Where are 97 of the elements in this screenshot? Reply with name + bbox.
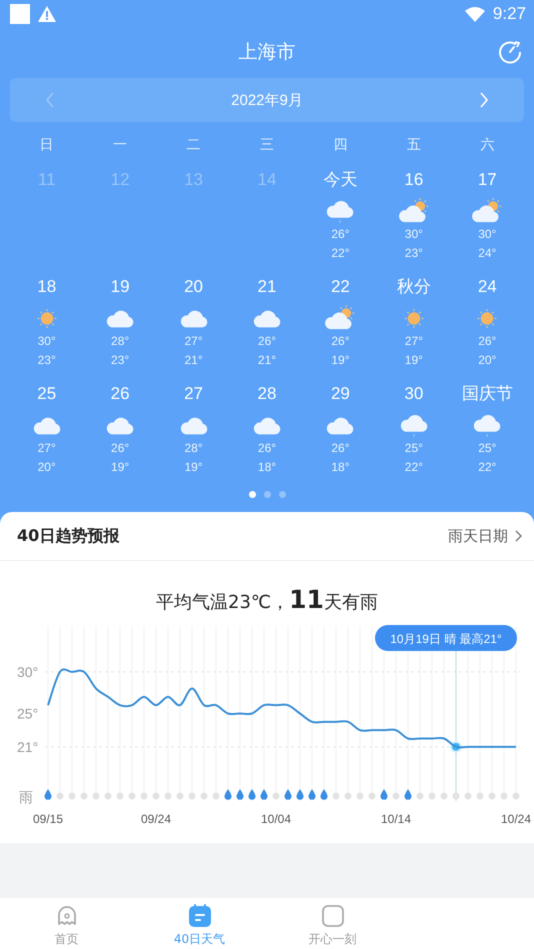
- high-temperature: 26°: [478, 333, 496, 350]
- rain-row-label: 雨: [19, 789, 33, 805]
- partly-cloudy-icon: [324, 305, 356, 332]
- annotation: 10月19日 晴 最高21°: [390, 632, 502, 646]
- high-temperature: 25°: [404, 440, 423, 457]
- high-temperature: 28°: [111, 333, 130, 350]
- weekday-label: 四: [333, 136, 348, 154]
- low-temperature: 19°: [331, 352, 350, 369]
- day-label[interactable]: 30: [404, 382, 424, 406]
- y-tick-label: 25°: [17, 706, 38, 722]
- low-temperature: 23°: [404, 245, 423, 262]
- day-label[interactable]: 29: [330, 382, 350, 406]
- low-temperature: 21°: [258, 352, 276, 369]
- day-label[interactable]: 21: [258, 275, 276, 299]
- calendar-icon: [186, 902, 212, 928]
- day-label[interactable]: 27: [184, 382, 204, 406]
- rain-dates-link[interactable]: 雨天日期: [448, 526, 522, 546]
- high-temperature: 27°: [404, 333, 423, 350]
- chart-tooltip: 10月19日 晴 最高21°: [375, 625, 517, 651]
- day-label[interactable]: 11: [38, 168, 56, 192]
- day-label[interactable]: 25: [37, 382, 56, 406]
- day-label[interactable]: 国庆节: [462, 382, 513, 406]
- partly-cloudy-icon: [398, 198, 430, 225]
- high-temperature: 26°: [331, 440, 350, 457]
- status-time: 9:27: [492, 4, 526, 24]
- card-title: 40日趋势预报: [17, 526, 120, 546]
- city-title: 上海市: [238, 40, 296, 65]
- low-temperature: 23°: [111, 352, 130, 369]
- low-temperature: 22°: [331, 245, 350, 262]
- high-temperature: 26°: [331, 333, 350, 350]
- high-temperature: 27°: [184, 333, 203, 350]
- weekday-label: 三: [260, 136, 274, 154]
- day-label[interactable]: 22: [330, 275, 350, 299]
- high-temperature: 27°: [38, 440, 56, 457]
- x-tick-label: 10/24: [500, 812, 532, 826]
- y-tick-label: 21°: [17, 738, 38, 755]
- nav-tab[interactable]: 开心一刻: [266, 898, 399, 949]
- selected-point[interactable]: [450, 740, 462, 753]
- day-label[interactable]: 24: [478, 275, 497, 299]
- forecast-summary: 平均气温23℃，11天有雨: [156, 592, 378, 613]
- low-temperature: 18°: [331, 459, 350, 476]
- notification-icon: [10, 4, 30, 24]
- weekday-label: 六: [480, 136, 494, 154]
- low-temperature: 19°: [111, 459, 130, 476]
- high-temperature: 26°: [331, 226, 350, 243]
- low-temperature: 22°: [478, 459, 496, 476]
- x-tick-label: 10/14: [380, 812, 412, 826]
- page-dot[interactable]: [278, 491, 286, 498]
- day-label[interactable]: 26: [110, 382, 130, 406]
- high-temperature: 30°: [478, 226, 496, 243]
- page-dot[interactable]: [264, 491, 270, 498]
- x-tick-label: 10/04: [260, 812, 292, 826]
- day-label[interactable]: 20: [184, 275, 204, 299]
- day-label[interactable]: 12: [110, 168, 130, 192]
- day-label[interactable]: 18: [37, 275, 56, 299]
- high-temperature: 30°: [38, 333, 56, 350]
- day-label[interactable]: 今天: [323, 168, 358, 192]
- next-month-icon[interactable]: [478, 91, 490, 109]
- high-temperature: 26°: [111, 440, 130, 457]
- day-label[interactable]: 14: [258, 168, 276, 192]
- day-label[interactable]: 秋分: [396, 275, 431, 299]
- refresh-icon[interactable]: [498, 40, 522, 64]
- day-label[interactable]: 19: [110, 275, 130, 299]
- chevron-icon: [514, 530, 522, 542]
- low-temperature: 18°: [258, 459, 276, 476]
- square-icon: [320, 902, 346, 928]
- low-temperature: 22°: [404, 459, 423, 476]
- weekday-label: 一: [113, 136, 128, 154]
- day-label[interactable]: 17: [478, 168, 497, 192]
- high-temperature: 28°: [184, 440, 203, 457]
- low-temperature: 21°: [184, 352, 203, 369]
- low-temperature: 20°: [38, 459, 56, 476]
- warning-icon: [38, 6, 56, 22]
- weekday-label: 二: [186, 136, 201, 154]
- day-label[interactable]: 28: [258, 382, 276, 406]
- month-label: 2022年9月: [231, 90, 303, 110]
- low-temperature: 20°: [478, 352, 496, 369]
- high-temperature: 25°: [478, 440, 496, 457]
- high-temperature: 26°: [258, 333, 276, 350]
- weekday-label: 日: [40, 136, 54, 154]
- low-temperature: 19°: [184, 459, 203, 476]
- day-label[interactable]: 16: [404, 168, 424, 192]
- partly-cloudy-icon: [471, 198, 504, 225]
- x-tick-label: 09/15: [32, 812, 64, 826]
- page-dot[interactable]: [248, 491, 256, 498]
- high-temperature: 30°: [404, 226, 423, 243]
- low-temperature: 24°: [478, 245, 496, 262]
- y-tick-label: 30°: [17, 664, 38, 680]
- weekday-label: 五: [406, 136, 421, 154]
- nav-tab[interactable]: 首页: [0, 898, 133, 949]
- x-tick-label: 09/24: [140, 812, 172, 826]
- low-temperature: 23°: [38, 352, 56, 369]
- nav-tab[interactable]: 40日天气: [133, 898, 266, 949]
- high-temperature: 26°: [258, 440, 276, 457]
- low-temperature: 19°: [404, 352, 423, 369]
- wifi-icon: [464, 6, 485, 22]
- day-label[interactable]: 13: [184, 168, 204, 192]
